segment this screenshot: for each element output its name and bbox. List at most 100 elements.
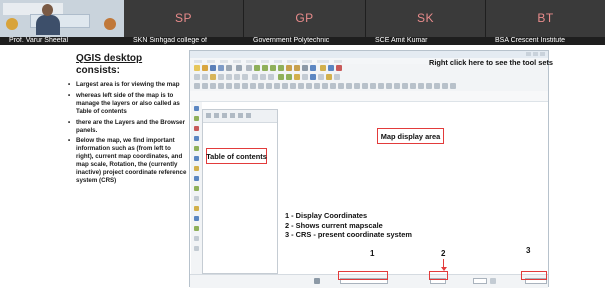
refresh-icon[interactable]: [302, 65, 308, 71]
digitize-icon[interactable]: [202, 74, 208, 80]
add-wcs-icon[interactable]: [194, 166, 199, 171]
layer-tool-icon[interactable]: [250, 83, 256, 89]
participant-tile-host[interactable]: Prof. Varur Sheetal: [0, 0, 124, 44]
qgis-window: [189, 50, 549, 288]
zoom-selection-icon[interactable]: [286, 65, 292, 71]
new-project-icon[interactable]: [194, 65, 200, 71]
delete-icon[interactable]: [242, 74, 248, 80]
add-vector-icon[interactable]: [194, 106, 199, 111]
label-pin-icon[interactable]: [286, 74, 292, 80]
participant-name: BSA Crescent Institute: [495, 37, 566, 44]
paste-icon[interactable]: [268, 74, 274, 80]
select-icon[interactable]: [320, 65, 326, 71]
participant-tile-sp[interactable]: SP SKN Sinhgad college of: [124, 0, 244, 44]
layer-tool-icon[interactable]: [274, 83, 280, 89]
label-move-icon[interactable]: [302, 74, 308, 80]
layer-tool-icon[interactable]: [202, 83, 208, 89]
python-icon[interactable]: [334, 74, 340, 80]
add-spatialite-icon[interactable]: [194, 136, 199, 141]
layer-tool-icon[interactable]: [434, 83, 440, 89]
layer-tool-icon[interactable]: [314, 83, 320, 89]
add-group-icon[interactable]: [214, 113, 219, 118]
copy-icon[interactable]: [260, 74, 266, 80]
add-raster-icon[interactable]: [194, 116, 199, 121]
render-checkbox-icon[interactable]: [490, 278, 496, 284]
layer-tool-icon[interactable]: [386, 83, 392, 89]
layer-tool-icon[interactable]: [402, 83, 408, 89]
layer-tool-icon[interactable]: [346, 83, 352, 89]
layer-tool-icon[interactable]: [322, 83, 328, 89]
save-icon[interactable]: [210, 65, 216, 71]
move-feature-icon[interactable]: [226, 74, 232, 80]
zoom-out-icon[interactable]: [262, 65, 268, 71]
open-layer-styling-icon[interactable]: [206, 113, 211, 118]
layer-tool-icon[interactable]: [354, 83, 360, 89]
layer-tool-icon[interactable]: [194, 83, 200, 89]
collapse-all-icon[interactable]: [246, 113, 251, 118]
label-change-icon[interactable]: [318, 74, 324, 80]
zoom-full-icon[interactable]: [270, 65, 276, 71]
layer-tool-icon[interactable]: [226, 83, 232, 89]
rotation-field[interactable]: [473, 278, 487, 284]
open-project-icon[interactable]: [202, 65, 208, 71]
measure-icon[interactable]: [328, 65, 334, 71]
new-shapefile-icon[interactable]: [194, 206, 199, 211]
layer-tool-icon[interactable]: [338, 83, 344, 89]
add-wms-icon[interactable]: [194, 156, 199, 161]
participant-tile-sk[interactable]: SK SCE Amit Kumar: [366, 0, 486, 44]
label-rotate-icon[interactable]: [310, 74, 316, 80]
layer-tool-icon[interactable]: [378, 83, 384, 89]
layer-tool-icon[interactable]: [394, 83, 400, 89]
layer-tool-icon[interactable]: [242, 83, 248, 89]
manage-visibility-icon[interactable]: [222, 113, 227, 118]
identify-icon[interactable]: [310, 65, 316, 71]
layer-tool-icon[interactable]: [442, 83, 448, 89]
layer-tool-icon[interactable]: [370, 83, 376, 89]
node-tool-icon[interactable]: [234, 74, 240, 80]
save-edits-icon[interactable]: [210, 74, 216, 80]
gps-icon[interactable]: [194, 226, 199, 231]
oracle-icon[interactable]: [194, 236, 199, 241]
new-layer-icon[interactable]: [194, 196, 199, 201]
pan-icon[interactable]: [246, 65, 252, 71]
add-mssql-icon[interactable]: [194, 146, 199, 151]
participant-tile-gp[interactable]: GP Government Polytechnic: [244, 0, 366, 44]
edit-icon[interactable]: [194, 74, 200, 80]
layer-tool-icon[interactable]: [426, 83, 432, 89]
layer-tool-icon[interactable]: [306, 83, 312, 89]
print-icon[interactable]: [226, 65, 232, 71]
layer-tool-icon[interactable]: [234, 83, 240, 89]
label-show-icon[interactable]: [294, 74, 300, 80]
layers-panel[interactable]: [202, 109, 278, 274]
layer-tool-icon[interactable]: [418, 83, 424, 89]
virtual-layer-icon[interactable]: [194, 216, 199, 221]
zoom-in-icon[interactable]: [254, 65, 260, 71]
layer-tool-icon[interactable]: [210, 83, 216, 89]
style-icon[interactable]: [326, 74, 332, 80]
layer-tool-icon[interactable]: [330, 83, 336, 89]
layout-icon[interactable]: [236, 65, 242, 71]
expand-all-icon[interactable]: [238, 113, 243, 118]
save-as-icon[interactable]: [218, 65, 224, 71]
layer-tool-icon[interactable]: [290, 83, 296, 89]
layer-tool-icon[interactable]: [266, 83, 272, 89]
layer-tool-icon[interactable]: [218, 83, 224, 89]
layer-tool-icon[interactable]: [282, 83, 288, 89]
add-postgis-icon[interactable]: [194, 126, 199, 131]
zoom-layer-icon[interactable]: [278, 65, 284, 71]
add-feature-icon[interactable]: [218, 74, 224, 80]
add-delimited-text-icon[interactable]: [194, 186, 199, 191]
layer-tool-icon[interactable]: [410, 83, 416, 89]
layer-tool-icon[interactable]: [362, 83, 368, 89]
add-wfs-icon[interactable]: [194, 176, 199, 181]
zoom-last-icon[interactable]: [294, 65, 300, 71]
participant-tile-bt[interactable]: BT BSA Crescent Institute: [486, 0, 605, 44]
cut-icon[interactable]: [252, 74, 258, 80]
layer-tool-icon[interactable]: [298, 83, 304, 89]
db2-icon[interactable]: [194, 246, 199, 251]
layer-tool-icon[interactable]: [258, 83, 264, 89]
label-icon[interactable]: [278, 74, 284, 80]
map-tips-icon[interactable]: [336, 65, 342, 71]
filter-legend-icon[interactable]: [230, 113, 235, 118]
layer-tool-icon[interactable]: [450, 83, 456, 89]
